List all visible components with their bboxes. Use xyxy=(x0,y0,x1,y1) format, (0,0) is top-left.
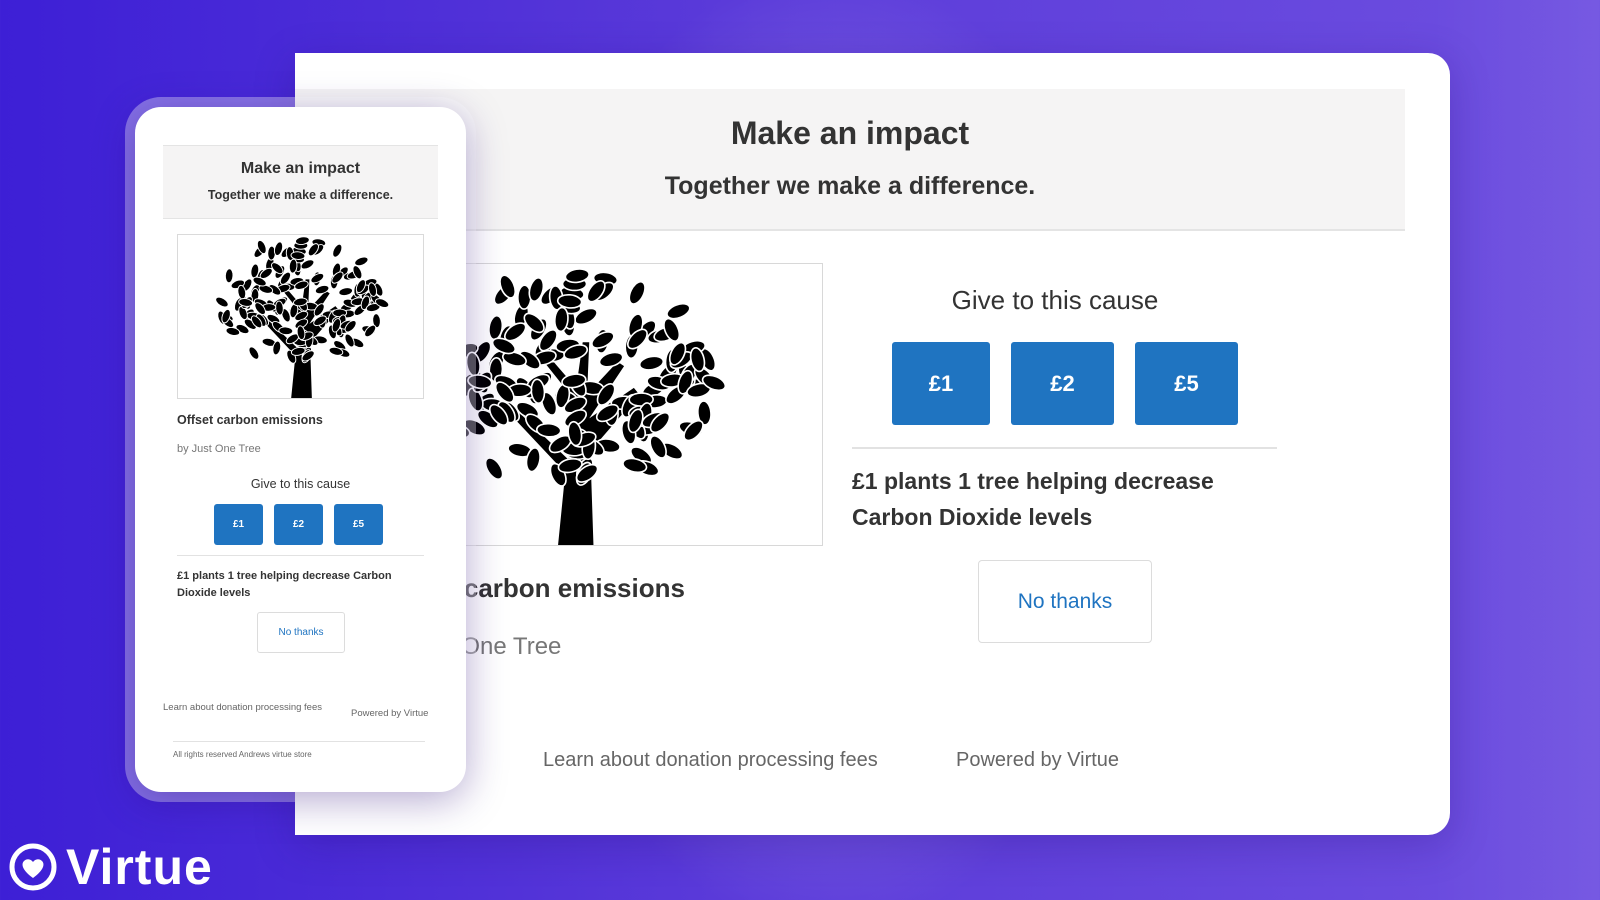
tree-icon xyxy=(215,236,390,398)
cause-image xyxy=(177,234,424,399)
give-title: Give to this cause xyxy=(951,285,1159,315)
mobile-donation-widget: Make an impact Together we make a differ… xyxy=(135,107,466,792)
background-gradient xyxy=(1430,0,1600,900)
amount-button-5[interactable]: £5 xyxy=(334,504,383,545)
page-subtitle: Together we make a difference. xyxy=(207,188,394,202)
donation-fees-link[interactable]: Learn about donation processing fees xyxy=(163,701,328,714)
widget-header: Make an impact Together we make a differ… xyxy=(163,145,438,219)
amount-button-5[interactable]: £5 xyxy=(1135,342,1238,425)
amount-button-2[interactable]: £2 xyxy=(274,504,323,545)
amount-button-2[interactable]: £2 xyxy=(1011,342,1114,425)
divider xyxy=(852,447,1277,449)
powered-by-link[interactable]: Powered by Virtue xyxy=(351,708,428,719)
no-thanks-button[interactable]: No thanks xyxy=(257,612,345,653)
brand-logo: Virtue xyxy=(8,842,213,892)
cause-title: Offset carbon emissions xyxy=(177,413,323,427)
cause-title: : carbon emissions xyxy=(448,573,685,603)
no-thanks-button[interactable]: No thanks xyxy=(978,560,1152,643)
desktop-donation-widget: Make an impact Together we make a differ… xyxy=(295,53,1450,835)
page-title: Make an impact xyxy=(240,160,361,177)
donation-fees-link[interactable]: Learn about donation processing fees xyxy=(543,749,878,772)
copyright-text: All rights reserved Andrews virtue store xyxy=(173,750,312,759)
powered-by-link[interactable]: Powered by Virtue xyxy=(956,749,1119,772)
impact-description: £1 plants 1 tree helping decrease Carbon… xyxy=(852,468,1214,530)
brand-name: Virtue xyxy=(66,839,213,895)
divider xyxy=(177,555,424,556)
amount-button-1[interactable]: £1 xyxy=(214,504,263,545)
amount-options: £1 £2 £5 xyxy=(892,342,1238,425)
heart-circle-icon xyxy=(9,843,57,891)
footer-divider xyxy=(173,741,425,742)
amount-button-1[interactable]: £1 xyxy=(892,342,990,425)
impact-description: £1 plants 1 tree helping decrease Carbon… xyxy=(177,570,392,599)
amount-options: £1 £2 £5 xyxy=(214,504,383,545)
cause-organization: by Just One Tree xyxy=(177,443,261,455)
give-title: Give to this cause xyxy=(250,477,351,491)
